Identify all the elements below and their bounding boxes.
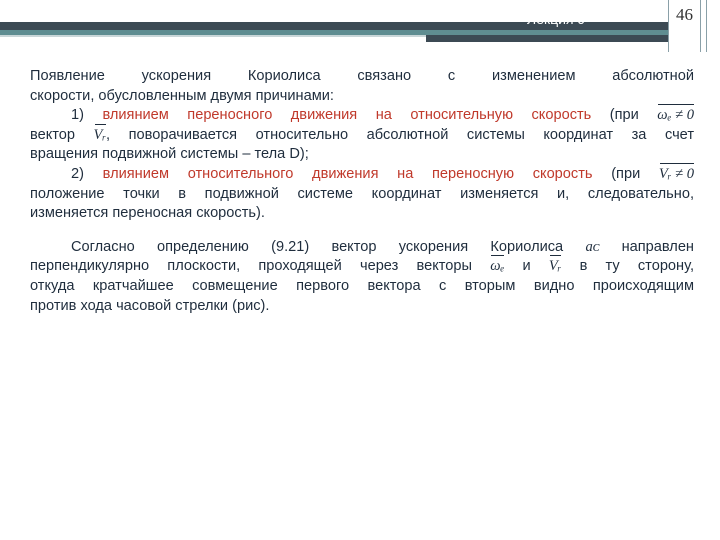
coriolis-symbol: aᴄ: [585, 238, 600, 255]
list-item-2: 2) влиянием относительного движения на п…: [30, 163, 695, 185]
paragraph-line: скорости, обусловленным двумя причинами:: [30, 87, 694, 107]
lecture-title: Лекция 9: [527, 11, 586, 27]
omega-condition: ωₑ ≠ 0: [657, 104, 694, 126]
vector-vr-symbol: Vᵣ: [549, 255, 561, 277]
vector-vr-symbol: Vᵣ: [94, 123, 106, 146]
header-band-right: [426, 35, 668, 42]
divider-line: [668, 0, 669, 52]
text-line: скорости, обусловленным двумя причинами:: [30, 87, 334, 104]
vector-omega-symbol: ωₑ: [490, 255, 505, 277]
text-fragment: (при: [591, 107, 658, 124]
slide-header: Лекция 9 46: [0, 0, 720, 52]
text-fragment: вектор: [30, 126, 94, 143]
slide-body: Появление ускорения Кориолиса связано с …: [30, 67, 695, 317]
paragraph-line: вектор Vᵣ, поворачивается относительно а…: [30, 123, 695, 146]
text-fragment: Согласно определению (9.21) вектор ускор…: [71, 238, 564, 255]
paragraph-line: перпендикулярно плоскости, проходящей че…: [30, 255, 695, 277]
text-line: положение точки в подвижной системе коор…: [30, 185, 694, 202]
paragraph-line: изменяется переносная скорость).: [30, 204, 694, 224]
paragraph-line: Появление ускорения Кориолиса связано с …: [30, 67, 694, 87]
text-fragment: в ту сторону,: [561, 258, 695, 275]
vr-condition: Vᵣ ≠ 0: [659, 163, 695, 185]
text-fragment: и: [504, 258, 549, 275]
item-number: 2): [71, 165, 103, 182]
paragraph-line: против хода часовой стрелки (рис).: [30, 297, 694, 317]
highlight-text: влиянием переносного движения на относит…: [102, 107, 592, 124]
text-line: Появление ускорения Кориолиса связано с …: [30, 68, 694, 84]
paragraph-line: вращения подвижной системы – тела D);: [30, 145, 694, 165]
divider-line: [706, 0, 707, 52]
text-fragment: перпендикулярно плоскости, проходящей че…: [30, 258, 472, 275]
paragraph-line: откуда кратчайшее совмещение первого век…: [30, 277, 694, 297]
text-fragment: (при: [592, 165, 659, 182]
text-line: изменяется переносная скорость).: [30, 205, 265, 222]
text-line: против хода часовой стрелки (рис).: [30, 297, 270, 314]
list-item-1: 1) влиянием переносного движения на отно…: [30, 104, 694, 126]
highlight-text: влиянием относительного движения на пере…: [102, 165, 593, 182]
paragraph-line: Согласно определению (9.21) вектор ускор…: [30, 238, 694, 258]
paragraph-line: положение точки в подвижной системе коор…: [30, 185, 694, 205]
text-fragment: направлен: [599, 238, 694, 255]
text-line: вращения подвижной системы – тела D);: [30, 146, 309, 163]
item-number: 1): [71, 107, 103, 124]
text-fragment: , поворачивается относительно абсолютной…: [106, 126, 695, 143]
text-line: откуда кратчайшее совмещение первого век…: [30, 277, 694, 294]
page-number: 46: [676, 5, 693, 24]
divider-line: [700, 0, 701, 52]
